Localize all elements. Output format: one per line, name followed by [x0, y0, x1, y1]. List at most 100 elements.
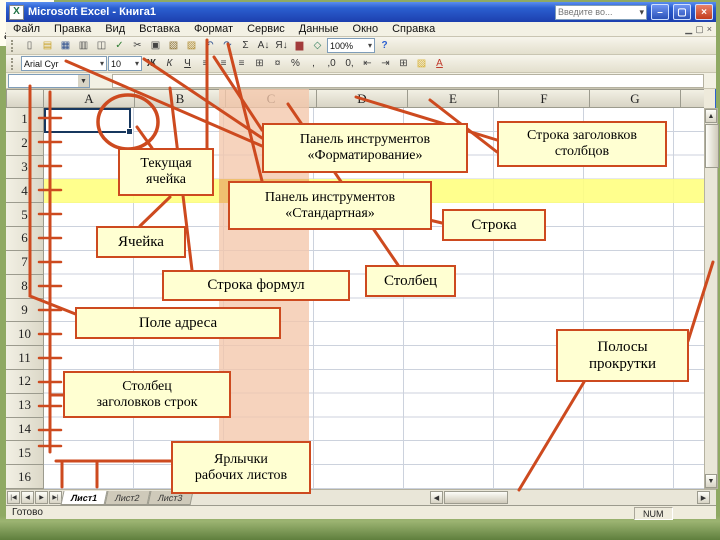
- bold-icon[interactable]: Ж: [143, 56, 160, 71]
- vertical-scrollbar[interactable]: ▲ ▼: [704, 108, 719, 489]
- undo-icon[interactable]: ↶: [201, 38, 218, 53]
- paste-icon[interactable]: ▧: [165, 38, 182, 53]
- scroll-up-icon[interactable]: ▲: [705, 109, 717, 123]
- column-header-A[interactable]: A: [44, 90, 135, 107]
- horizontal-scroll-thumb[interactable]: [444, 491, 508, 504]
- active-cell-selection[interactable]: [44, 108, 131, 133]
- menu-item-Сервис[interactable]: Сервис: [240, 23, 292, 35]
- sheet-tab-Лист2[interactable]: Лист2: [104, 491, 151, 505]
- column-header-E[interactable]: E: [408, 90, 499, 107]
- increase-indent-icon[interactable]: ⇥: [377, 56, 394, 71]
- sort-ascending-icon[interactable]: A↓: [255, 38, 272, 53]
- format-painter-icon[interactable]: ▨: [183, 38, 200, 53]
- row-header-12[interactable]: 12: [6, 370, 43, 394]
- column-header-B[interactable]: B: [135, 90, 226, 107]
- autosum-icon[interactable]: Σ: [237, 38, 254, 53]
- font-size-value: 10: [111, 58, 122, 69]
- currency-icon[interactable]: ¤: [269, 56, 286, 71]
- new-icon[interactable]: ▯: [21, 38, 38, 53]
- menu-item-Окно[interactable]: Окно: [346, 23, 386, 35]
- workbook-window-button-1[interactable]: ▢: [695, 24, 704, 35]
- row-header-8[interactable]: 8: [6, 275, 43, 299]
- scroll-left-icon[interactable]: ◀: [430, 491, 443, 504]
- align-left-icon[interactable]: ≡: [197, 56, 214, 71]
- name-box[interactable]: ▼: [8, 74, 90, 88]
- increase-decimal-icon[interactable]: ,0: [323, 56, 340, 71]
- row-header-5[interactable]: 5: [6, 203, 43, 228]
- borders-icon[interactable]: ⊞: [395, 56, 412, 71]
- scroll-down-icon[interactable]: ▼: [705, 474, 717, 488]
- cut-icon[interactable]: ✂: [129, 38, 146, 53]
- sheet-nav-button-1[interactable]: ◀: [21, 491, 34, 504]
- column-header-D[interactable]: D: [317, 90, 408, 107]
- vertical-scroll-thumb[interactable]: [705, 124, 719, 168]
- menu-item-Вставка[interactable]: Вставка: [132, 23, 187, 35]
- row-header-6[interactable]: 6: [6, 227, 43, 251]
- restore-button[interactable]: ▢: [673, 4, 691, 20]
- close-button[interactable]: ×: [695, 4, 713, 20]
- row-header-2[interactable]: 2: [6, 132, 43, 156]
- italic-icon[interactable]: К: [161, 56, 178, 71]
- comma-icon[interactable]: ,: [305, 56, 322, 71]
- menu-item-Данные[interactable]: Данные: [292, 23, 346, 35]
- column-header-F[interactable]: F: [499, 90, 590, 107]
- save-icon[interactable]: ▦: [57, 38, 74, 53]
- sheet-tab-Лист1[interactable]: Лист1: [60, 491, 108, 505]
- sort-descending-icon[interactable]: Я↓: [273, 38, 290, 53]
- help-icon[interactable]: ?: [376, 38, 393, 53]
- row-header-1[interactable]: 1: [6, 108, 43, 132]
- minimize-button[interactable]: –: [651, 4, 669, 20]
- sheet-nav-button-2[interactable]: ▶: [35, 491, 48, 504]
- menu-item-Формат[interactable]: Формат: [187, 23, 240, 35]
- row-header-13[interactable]: 13: [6, 394, 43, 418]
- align-center-icon[interactable]: ≡: [215, 56, 232, 71]
- spelling-icon[interactable]: ✓: [111, 38, 128, 53]
- decrease-decimal-icon[interactable]: 0,: [341, 56, 358, 71]
- row-header-14[interactable]: 14: [6, 418, 43, 442]
- workbook-window-button-2[interactable]: ×: [707, 24, 712, 35]
- merge-center-icon[interactable]: ⊞: [251, 56, 268, 71]
- font-color-icon[interactable]: А: [431, 56, 448, 71]
- zoom-dropdown[interactable]: 100% ▾: [327, 38, 375, 53]
- fill-color-icon[interactable]: ▨: [413, 56, 430, 71]
- print-icon[interactable]: ▥: [75, 38, 92, 53]
- fill-handle[interactable]: [126, 128, 133, 135]
- callout-cell: Ячейка: [96, 226, 186, 258]
- print-preview-icon[interactable]: ◫: [93, 38, 110, 53]
- select-all-corner[interactable]: [6, 89, 44, 108]
- redo-icon[interactable]: ↷: [219, 38, 236, 53]
- chart-wizard-icon[interactable]: ▆: [291, 38, 308, 53]
- align-right-icon[interactable]: ≡: [233, 56, 250, 71]
- percent-icon[interactable]: %: [287, 56, 304, 71]
- row-header-11[interactable]: 11: [6, 346, 43, 370]
- column-header-G[interactable]: G: [590, 90, 681, 107]
- row-header-7[interactable]: 7: [6, 251, 43, 275]
- status-bar: Готово NUM: [6, 505, 716, 520]
- font-name-dropdown[interactable]: Arial Cyr ▾: [21, 56, 107, 71]
- formula-bar-input[interactable]: [112, 74, 704, 88]
- menu-item-Вид[interactable]: Вид: [98, 23, 132, 35]
- font-size-dropdown[interactable]: 10 ▾: [108, 56, 142, 71]
- horizontal-scrollbar[interactable]: ◀ ▶: [430, 491, 710, 504]
- scroll-right-icon[interactable]: ▶: [697, 491, 710, 504]
- row-header-15[interactable]: 15: [6, 441, 43, 466]
- sheet-nav-button-0[interactable]: |◀: [7, 491, 20, 504]
- help-question-box[interactable]: Введите во... ▾: [555, 4, 647, 20]
- menu-item-Файл[interactable]: Файл: [6, 23, 47, 35]
- row-header-4[interactable]: 4: [6, 179, 43, 204]
- underline-icon[interactable]: Ч: [179, 56, 196, 71]
- toolbar-grip[interactable]: [11, 57, 17, 70]
- workbook-window-controls[interactable]: ▁ ▢ ×: [685, 24, 716, 35]
- drawing-icon[interactable]: ◇: [309, 38, 326, 53]
- workbook-window-button-0[interactable]: ▁: [685, 24, 692, 35]
- row-header-16[interactable]: 16: [6, 465, 43, 489]
- menu-item-Справка[interactable]: Справка: [385, 23, 442, 35]
- decrease-indent-icon[interactable]: ⇤: [359, 56, 376, 71]
- menu-item-Правка[interactable]: Правка: [47, 23, 98, 35]
- row-header-9[interactable]: 9: [6, 299, 43, 323]
- row-header-10[interactable]: 10: [6, 322, 43, 347]
- open-icon[interactable]: ▤: [39, 38, 56, 53]
- copy-icon[interactable]: ▣: [147, 38, 164, 53]
- toolbar-grip[interactable]: [11, 39, 17, 52]
- row-header-3[interactable]: 3: [6, 156, 43, 180]
